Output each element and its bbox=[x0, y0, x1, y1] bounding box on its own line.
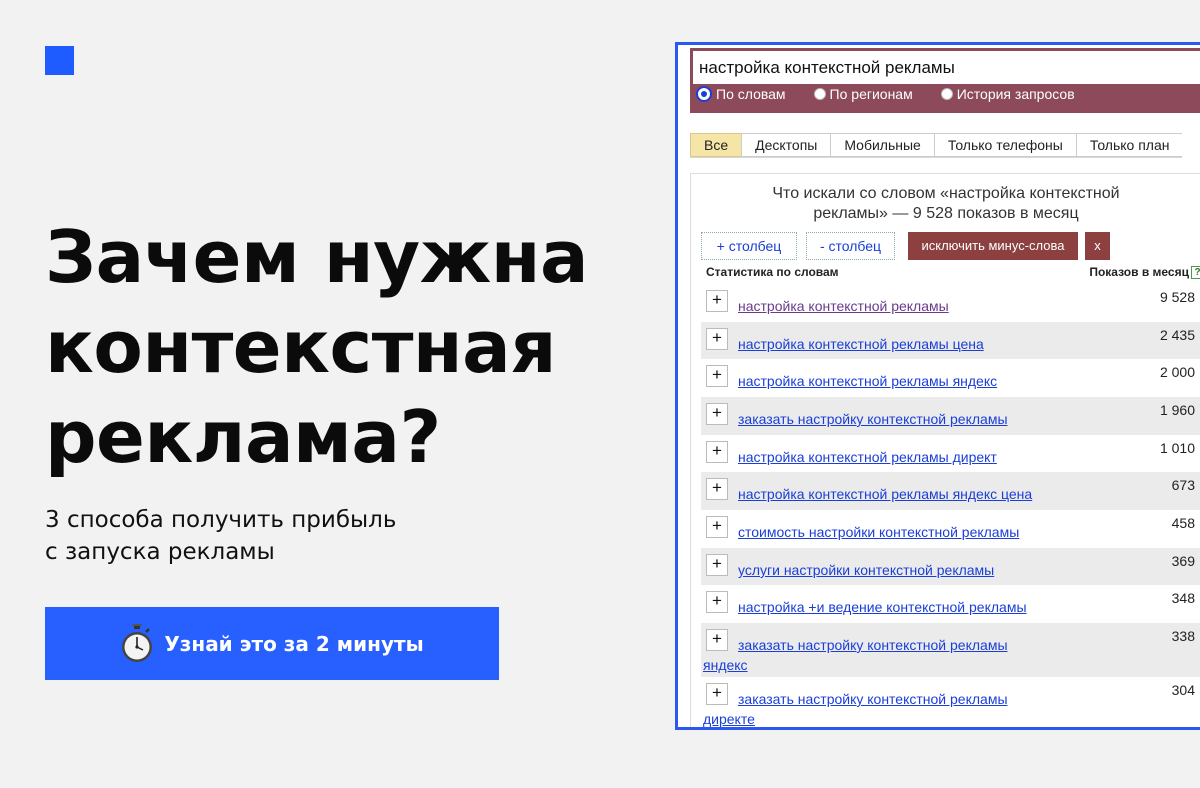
radio-by-regions-label: По регионам bbox=[829, 86, 913, 102]
table-header-keywords: Статистика по словам bbox=[706, 265, 839, 279]
impressions-count: 673 bbox=[1171, 477, 1195, 493]
wordstat-screenshot: настройка контекстной рекламы По словам … bbox=[675, 42, 1200, 730]
search-input[interactable]: настройка контекстной рекламы bbox=[693, 51, 1200, 84]
subtitle: 3 способа получить прибыль с запуска рек… bbox=[45, 504, 396, 568]
keyword-link[interactable]: заказать настройку контекстной рекламы я… bbox=[703, 635, 1033, 675]
keyword-link[interactable]: заказать настройку контекстной рекламы д… bbox=[703, 689, 1033, 727]
radio-history-label: История запросов bbox=[956, 86, 1075, 102]
table-row: + заказать настройку контекстной рекламы 1… bbox=[701, 397, 1200, 435]
tab-mobile[interactable]: Мобильные bbox=[830, 133, 934, 157]
impressions-count: 304 bbox=[1171, 682, 1195, 698]
keyword-link[interactable]: настройка +и ведение контекстной рекламы bbox=[738, 597, 1027, 617]
table-row: + настройка контекстной рекламы яндекс це… bbox=[701, 472, 1200, 510]
headline-line-1: Зачем нужна bbox=[45, 215, 589, 299]
add-keyword-plus-icon[interactable]: + bbox=[706, 403, 728, 425]
impressions-count: 1 010 bbox=[1159, 440, 1195, 456]
table-row: + настройка контекстной рекламы директ 1 0… bbox=[701, 435, 1200, 472]
add-keyword-plus-icon[interactable]: + bbox=[706, 290, 728, 312]
add-keyword-plus-icon[interactable]: + bbox=[706, 441, 728, 463]
stopwatch-icon bbox=[122, 623, 153, 662]
device-tabs: Все Десктопы Мобильные Только телефоны Т… bbox=[690, 133, 1183, 158]
impressions-count: 2 435 bbox=[1159, 327, 1195, 343]
keyword-link[interactable]: настройка контекстной рекламы директ bbox=[738, 447, 997, 467]
radio-by-words[interactable]: По словам bbox=[696, 86, 786, 102]
subtitle-line-1: 3 способа получить прибыль bbox=[45, 507, 397, 533]
table-row: + услуги настройки контекстной рекламы 369 bbox=[701, 548, 1200, 585]
table-header-impressions: Показов в месяц ? bbox=[1089, 265, 1200, 279]
tab-phones-only[interactable]: Только телефоны bbox=[933, 133, 1076, 157]
radio-selected-icon bbox=[696, 86, 712, 102]
search-band: настройка контекстной рекламы По словам … bbox=[690, 48, 1200, 113]
table-row: + настройка контекстной рекламы 9 528 bbox=[701, 284, 1200, 322]
add-column-button[interactable]: + столбец bbox=[701, 232, 797, 260]
add-keyword-plus-icon[interactable]: + bbox=[706, 478, 728, 500]
subtitle-line-2: с запуска рекламы bbox=[45, 539, 275, 565]
keyword-link[interactable]: настройка контекстной рекламы яндекс bbox=[738, 371, 997, 391]
headline-line-3: реклама? bbox=[45, 395, 441, 479]
headline-line-2: контекстная bbox=[45, 305, 556, 389]
table-row: + заказать настройку контекстной рекламы … bbox=[701, 677, 1200, 727]
impressions-count: 348 bbox=[1171, 590, 1195, 606]
impressions-count: 369 bbox=[1171, 553, 1195, 569]
impressions-count: 1 960 bbox=[1159, 402, 1195, 418]
tab-desktops[interactable]: Десктопы bbox=[741, 133, 831, 157]
tab-tablets-only[interactable]: Только план bbox=[1075, 133, 1183, 157]
keyword-link[interactable]: стоимость настройки контекстной рекламы bbox=[738, 522, 1019, 542]
table-row: + стоимость настройки контекстной рекламы… bbox=[701, 510, 1200, 548]
radio-icon bbox=[813, 88, 826, 100]
impressions-header-label: Показов в месяц bbox=[1089, 265, 1189, 279]
keyword-link[interactable]: настройка контекстной рекламы bbox=[738, 296, 949, 316]
impressions-count: 2 000 bbox=[1159, 364, 1195, 380]
radio-history[interactable]: История запросов bbox=[940, 86, 1075, 102]
table-row: + настройка контекстной рекламы яндекс 2 0… bbox=[701, 359, 1200, 397]
exclude-minus-words-button[interactable]: исключить минус-слова bbox=[908, 232, 1078, 260]
table-row: + настройка +и ведение контекстной реклам… bbox=[701, 585, 1200, 623]
summary-line-1: Что искали со словом «настройка контекст… bbox=[772, 185, 1120, 202]
close-button[interactable]: x bbox=[1085, 232, 1110, 260]
results-panel: Что искали со словом «настройка контекст… bbox=[690, 173, 1200, 727]
keyword-link[interactable]: настройка контекстной рекламы цена bbox=[738, 334, 984, 354]
cta-label: Узнай это за 2 минуты bbox=[164, 631, 424, 656]
add-keyword-plus-icon[interactable]: + bbox=[706, 516, 728, 538]
summary-line-2: рекламы» — 9 528 показов в месяц bbox=[813, 205, 1079, 222]
add-keyword-plus-icon[interactable]: + bbox=[706, 591, 728, 613]
table-row: + настройка контекстной рекламы цена 2 435 bbox=[701, 322, 1200, 359]
keyword-link[interactable]: услуги настройки контекстной рекламы bbox=[738, 560, 994, 580]
table-row: + заказать настройку контекстной рекламы … bbox=[701, 623, 1200, 677]
add-keyword-plus-icon[interactable]: + bbox=[706, 554, 728, 576]
keyword-link[interactable]: настройка контекстной рекламы яндекс цен… bbox=[738, 484, 1032, 504]
logo-square bbox=[45, 46, 74, 75]
cta-button[interactable]: Узнай это за 2 минуты bbox=[45, 607, 499, 680]
search-mode-radios: По словам По регионам История запросов bbox=[696, 86, 1075, 102]
help-icon[interactable]: ? bbox=[1191, 265, 1200, 279]
keyword-link[interactable]: заказать настройку контекстной рекламы bbox=[738, 409, 1008, 429]
radio-by-regions[interactable]: По регионам bbox=[813, 86, 913, 102]
impressions-count: 458 bbox=[1171, 515, 1195, 531]
tab-all[interactable]: Все bbox=[690, 133, 742, 157]
add-keyword-plus-icon[interactable]: + bbox=[706, 365, 728, 387]
radio-by-words-label: По словам bbox=[716, 86, 786, 102]
radio-icon bbox=[940, 88, 953, 100]
impressions-count: 338 bbox=[1171, 628, 1195, 644]
headline: Зачем нужна контекстная реклама? bbox=[45, 212, 645, 482]
results-summary: Что искали со словом «настройка контекст… bbox=[691, 184, 1200, 224]
add-keyword-plus-icon[interactable]: + bbox=[706, 328, 728, 350]
impressions-count: 9 528 bbox=[1159, 289, 1195, 305]
remove-column-button[interactable]: - столбец bbox=[806, 232, 895, 260]
